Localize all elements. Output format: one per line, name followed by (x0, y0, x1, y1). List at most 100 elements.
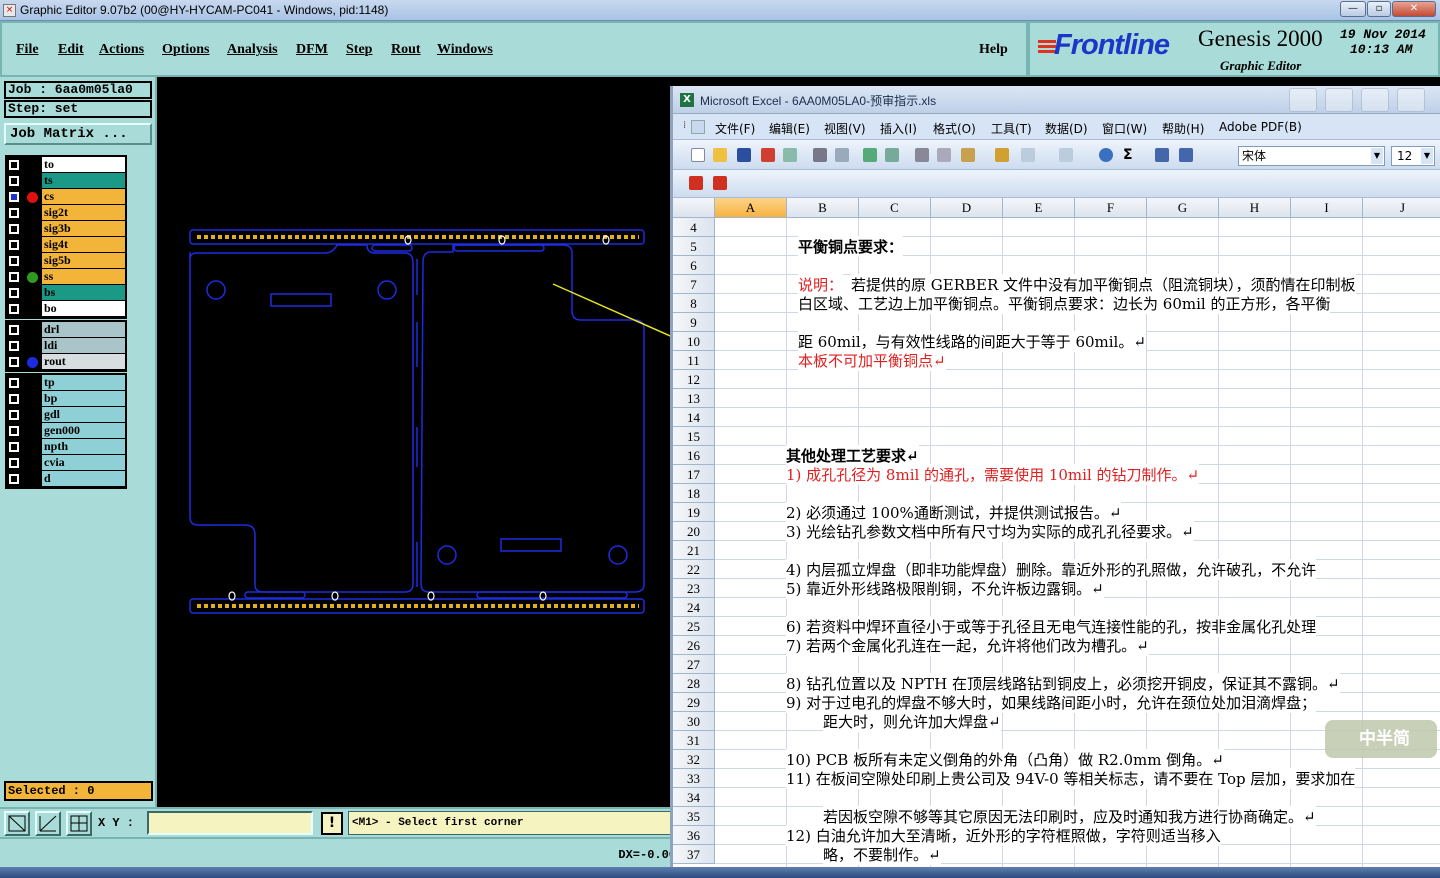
copy-icon[interactable] (937, 148, 951, 162)
menu-dfm[interactable]: DFM (296, 42, 328, 58)
layer-name[interactable]: cvia (42, 455, 125, 470)
layer-row-ts[interactable]: ts (7, 173, 125, 189)
column-header-C[interactable]: C (859, 198, 931, 218)
measure-icon[interactable] (35, 811, 61, 836)
row-header-7[interactable]: 7 (673, 275, 715, 294)
layer-row-bp[interactable]: bp (7, 391, 125, 407)
layer-name[interactable]: npth (42, 439, 125, 454)
hyperlink-icon[interactable] (1099, 148, 1113, 162)
paste-icon[interactable] (961, 148, 975, 162)
ghost-maximize-button[interactable] (1361, 88, 1389, 112)
row-header-29[interactable]: 29 (673, 693, 715, 712)
cut-icon[interactable] (915, 148, 929, 162)
row-header-37[interactable]: 37 (673, 845, 715, 864)
xl-menu-help[interactable]: 帮助(H) (1162, 120, 1204, 137)
genesis-title-bar[interactable]: × Graphic Editor 9.07b2 (00@HY-HYCAM-PC0… (0, 0, 1440, 21)
row-header-26[interactable]: 26 (673, 636, 715, 655)
layer-row-ss[interactable]: ss (7, 269, 125, 285)
email-icon[interactable] (783, 148, 797, 162)
layer-row-gen000[interactable]: gen000 (7, 423, 125, 439)
layer-checkbox[interactable] (9, 410, 19, 420)
layer-checkbox[interactable] (9, 341, 19, 351)
xl-menu-file[interactable]: 文件(F) (715, 120, 755, 137)
layer-checkbox[interactable] (9, 272, 19, 282)
select-all-corner[interactable] (673, 198, 715, 218)
graphic-canvas[interactable] (157, 77, 678, 807)
layer-name[interactable]: ts (42, 173, 125, 188)
pdf-email-icon[interactable] (713, 176, 727, 190)
layer-checkbox[interactable] (9, 304, 19, 314)
xl-menu-format[interactable]: 格式(O) (933, 120, 976, 137)
row-header-33[interactable]: 33 (673, 769, 715, 788)
layer-row-bo[interactable]: bo (7, 301, 125, 317)
xl-menu-view[interactable]: 视图(V) (824, 120, 866, 137)
save-icon[interactable] (737, 148, 751, 162)
layer-name[interactable]: ss (42, 269, 125, 284)
layer-name[interactable]: tp (42, 375, 125, 390)
layer-row-drl[interactable]: drl (7, 322, 125, 338)
menu-file[interactable]: File (16, 42, 39, 58)
layer-row-cvia[interactable]: cvia (7, 455, 125, 471)
layer-row-npth[interactable]: npth (7, 439, 125, 455)
layer-checkbox[interactable] (9, 192, 19, 202)
layer-checkbox[interactable] (9, 256, 19, 266)
spreadsheet-grid[interactable]: A B C D E F G H I J 4 5 6 7 8 9 10 11 12 13 14 15 16 17 18 19 20 21… (673, 198, 1440, 878)
open-icon[interactable] (713, 148, 727, 162)
snap-grid-icon[interactable] (66, 811, 92, 836)
menu-analysis[interactable]: Analysis (227, 42, 278, 58)
windows-taskbar[interactable] (0, 867, 1440, 878)
column-header-G[interactable]: G (1147, 198, 1219, 218)
row-header-23[interactable]: 23 (673, 579, 715, 598)
spelling-icon[interactable] (863, 148, 877, 162)
menu-windows[interactable]: Windows (437, 42, 493, 58)
xl-menu-tools[interactable]: 工具(T) (991, 120, 1032, 137)
menu-actions[interactable]: Actions (99, 42, 144, 58)
layer-checkbox[interactable] (9, 357, 19, 367)
font-dropdown-icon[interactable]: ▼ (1371, 148, 1383, 164)
close-button[interactable]: ✕ (1392, 1, 1436, 17)
layer-row-d[interactable]: d (7, 471, 125, 487)
new-icon[interactable] (691, 148, 705, 162)
column-header-E[interactable]: E (1003, 198, 1075, 218)
format-painter-icon[interactable] (995, 148, 1009, 162)
layer-name[interactable]: gdl (42, 407, 125, 422)
layer-name[interactable]: drl (42, 322, 125, 337)
column-header-F[interactable]: F (1075, 198, 1147, 218)
row-header-4[interactable]: 4 (673, 218, 715, 237)
alert-icon[interactable]: ! (321, 812, 343, 835)
minimize-button[interactable]: — (1340, 1, 1366, 17)
excel-title-bar[interactable]: X Microsoft Excel - 6AA0M05LA0-预审指示.xls (673, 86, 1440, 114)
menu-edit[interactable]: Edit (58, 42, 84, 58)
row-header-32[interactable]: 32 (673, 750, 715, 769)
layer-name[interactable]: bs (42, 285, 125, 300)
layer-checkbox[interactable] (9, 224, 19, 234)
font-name-box[interactable]: 宋体 ▼ (1238, 146, 1385, 166)
row-header-8[interactable]: 8 (673, 294, 715, 313)
xl-menu-data[interactable]: 数据(D) (1045, 120, 1088, 137)
size-dropdown-icon[interactable]: ▼ (1421, 148, 1433, 164)
column-header-H[interactable]: H (1219, 198, 1291, 218)
pdf-convert-icon[interactable] (689, 176, 703, 190)
row-header-11[interactable]: 11 (673, 351, 715, 370)
layer-checkbox[interactable] (9, 442, 19, 452)
ghost-close-button[interactable] (1397, 88, 1425, 112)
undo-icon[interactable] (1021, 148, 1035, 162)
layer-row-to[interactable]: to (7, 157, 125, 173)
layer-checkbox[interactable] (9, 474, 19, 484)
column-header-I[interactable]: I (1291, 198, 1363, 218)
column-header-D[interactable]: D (931, 198, 1003, 218)
layer-checkbox[interactable] (9, 458, 19, 468)
redo-icon[interactable] (1059, 148, 1073, 162)
row-header-12[interactable]: 12 (673, 370, 715, 389)
layer-row-gdl[interactable]: gdl (7, 407, 125, 423)
layer-checkbox[interactable] (9, 160, 19, 170)
layer-name[interactable]: gen000 (42, 423, 125, 438)
layer-row-bs[interactable]: bs (7, 285, 125, 301)
xy-input[interactable] (147, 811, 313, 835)
layer-name[interactable]: d (42, 471, 125, 486)
row-header-16[interactable]: 16 (673, 446, 715, 465)
row-header-35[interactable]: 35 (673, 807, 715, 826)
row-header-9[interactable]: 9 (673, 313, 715, 332)
row-header-21[interactable]: 21 (673, 541, 715, 560)
doc-icon[interactable] (691, 120, 705, 134)
